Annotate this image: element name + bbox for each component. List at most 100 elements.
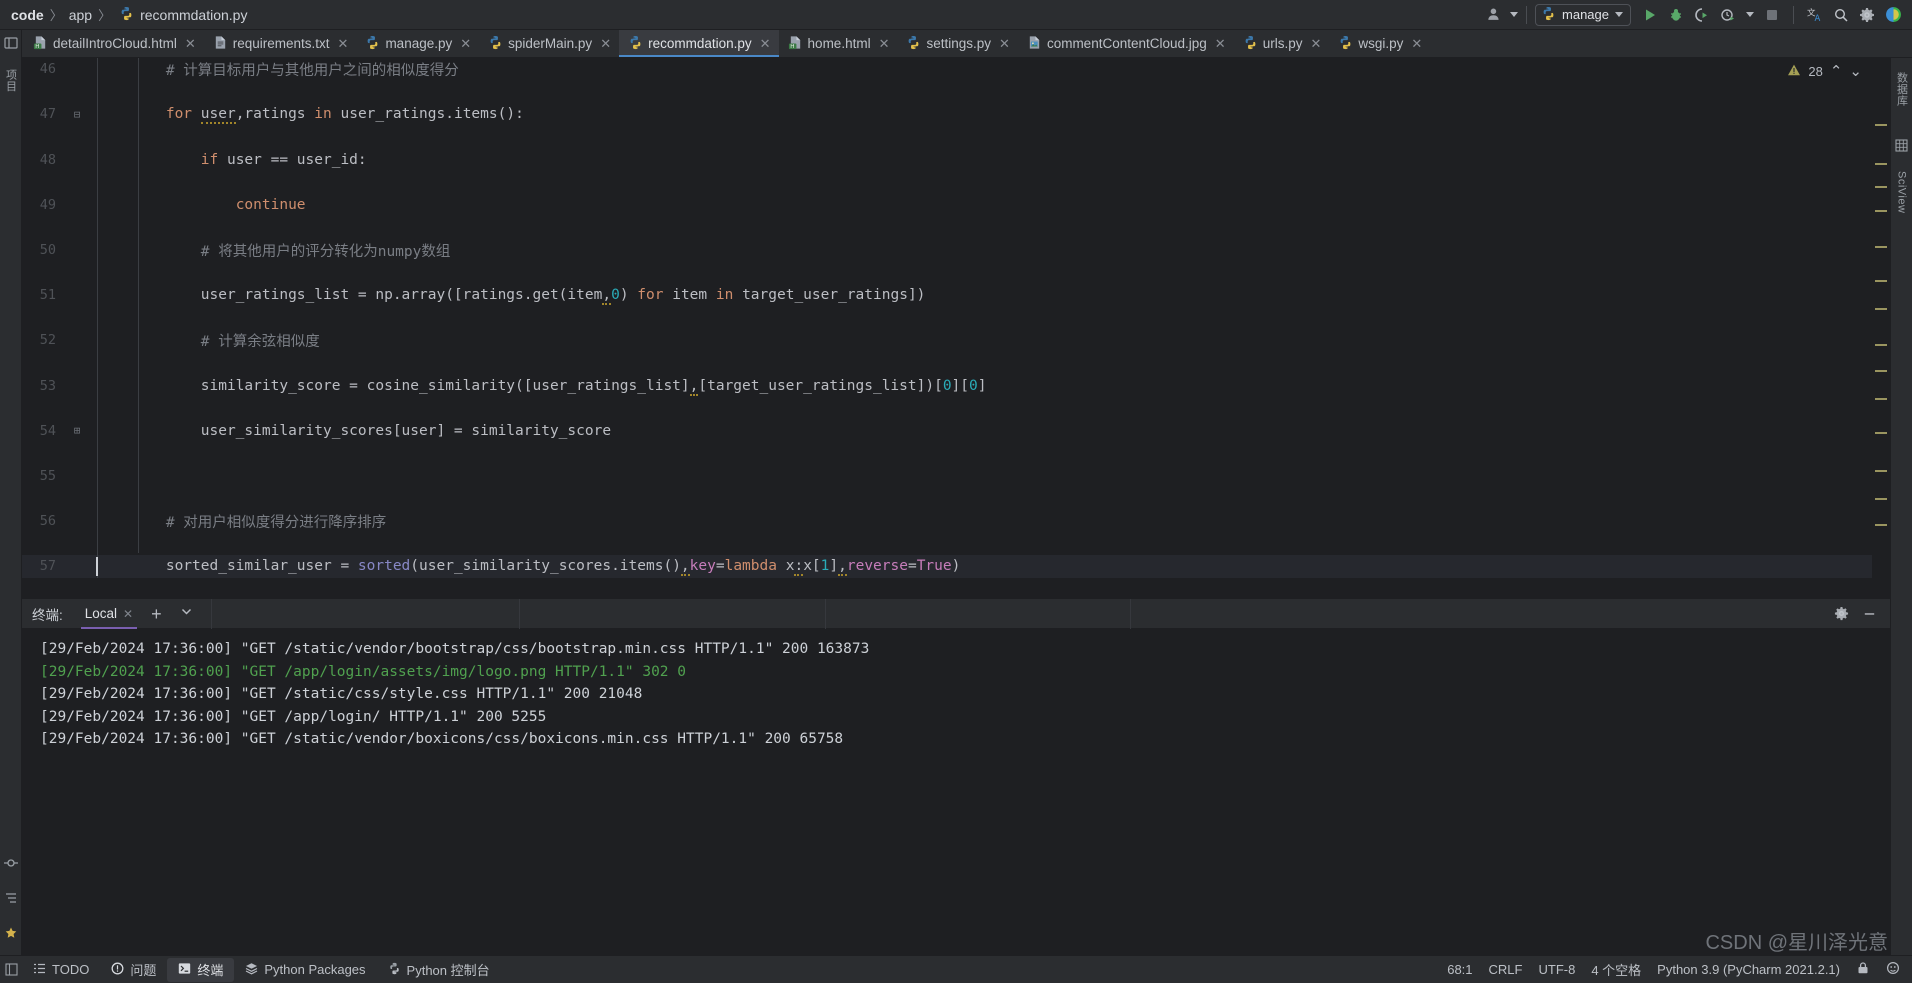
run-configuration-selector[interactable]: manage — [1535, 3, 1631, 26]
caret-position[interactable]: 68:1 — [1447, 962, 1472, 977]
code-line[interactable]: 53 similarity_score = cosine_similarity(… — [22, 374, 1872, 397]
code-line[interactable]: 47 ⊟ for user,ratings in user_ratings.ite… — [22, 103, 1872, 126]
file-encoding[interactable]: UTF-8 — [1538, 962, 1575, 977]
python-file-icon — [119, 6, 134, 24]
terminal-session-tab-local[interactable]: Local ✕ — [77, 599, 141, 629]
close-icon[interactable]: ✕ — [1215, 36, 1226, 52]
database-tool-label[interactable]: 数据库 — [1894, 66, 1910, 113]
hide-tool-windows-icon[interactable] — [0, 963, 22, 976]
code-lines[interactable]: 46 # 计算目标用户与其他用户之间的相似度得分 47 ⊟ for user,rat… — [22, 58, 1872, 598]
status-bar-button-packages[interactable]: Python Packages — [234, 958, 376, 982]
stop-button[interactable] — [1759, 3, 1785, 27]
editor-tab-detailintrocloud-html[interactable]: HdetailIntroCloud.html ✕ — [24, 30, 204, 57]
more-run-options-chevron-icon[interactable] — [1746, 12, 1754, 17]
line-separator[interactable]: CRLF — [1489, 962, 1523, 977]
terminal-output[interactable]: [29/Feb/2024 17:36:00] "GET /static/vend… — [22, 629, 1890, 751]
translate-icon[interactable]: 文A — [1802, 3, 1828, 27]
code-line[interactable]: 56 # 对用户相似度得分进行降序排序 — [22, 510, 1872, 533]
title-bar: code 〉 app 〉 recommdation.py manage 文 A — [0, 0, 1912, 30]
editor-tab-home-html[interactable]: Hhome.html ✕ — [779, 30, 898, 57]
chevron-down-icon[interactable] — [1615, 12, 1623, 17]
close-icon[interactable]: ✕ — [338, 36, 349, 52]
close-icon[interactable]: ✕ — [760, 36, 771, 52]
close-icon[interactable]: ✕ — [123, 607, 133, 621]
status-bar-button-todo-list[interactable]: TODO — [22, 958, 100, 982]
breadcrumb-folder[interactable]: app — [69, 7, 92, 23]
code-line-text: user_similarity_scores[user] = similarit… — [200, 422, 612, 439]
python-file-icon — [365, 35, 380, 53]
close-icon[interactable]: ✕ — [600, 36, 611, 52]
user-menu-chevron-icon[interactable] — [1510, 12, 1519, 17]
interpreter[interactable]: Python 3.9 (PyCharm 2021.2.1) — [1657, 962, 1840, 977]
next-problem-icon[interactable]: ⌄ — [1849, 62, 1862, 80]
terminal-sessions-chevron-icon[interactable] — [172, 605, 201, 623]
indent-setting[interactable]: 4 个空格 — [1591, 960, 1641, 979]
code-line-text: # 计算余弦相似度 — [200, 333, 320, 350]
read-only-lock-icon[interactable] — [1856, 961, 1870, 978]
close-icon[interactable]: ✕ — [1411, 36, 1422, 52]
sciview-grid-icon[interactable] — [1895, 138, 1908, 157]
prev-problem-icon[interactable]: ⌃ — [1830, 62, 1843, 80]
code-fold-marker[interactable]: ⊞ — [66, 424, 88, 437]
close-icon[interactable]: ✕ — [999, 36, 1010, 52]
terminal-line: [29/Feb/2024 17:36:00] "GET /static/vend… — [40, 641, 870, 657]
code-line[interactable]: 51 user_ratings_list = np.array([ratings… — [22, 284, 1872, 307]
code-line[interactable]: 48 if user == user_id: — [22, 148, 1872, 171]
status-bar-button-terminal[interactable]: 终端 — [167, 957, 235, 982]
gear-icon[interactable] — [1854, 3, 1880, 27]
structure-tool-icon[interactable] — [4, 891, 18, 910]
close-icon[interactable]: ✕ — [185, 36, 196, 52]
code-editor[interactable]: 46 # 计算目标用户与其他用户之间的相似度得分 47 ⊟ for user,rat… — [22, 58, 1872, 598]
status-bar-button-problems[interactable]: 问题 — [100, 958, 167, 982]
breadcrumb-project[interactable]: code — [11, 7, 44, 23]
svg-text:A: A — [1814, 14, 1820, 23]
code-fold-marker[interactable]: ⊟ — [66, 108, 88, 121]
run-with-coverage-button[interactable] — [1689, 3, 1715, 27]
inspection-widget-icon[interactable] — [1886, 961, 1900, 978]
code-line[interactable]: 46 # 计算目标用户与其他用户之间的相似度得分 — [22, 58, 1872, 81]
breadcrumb-separator-icon: 〉 — [49, 8, 63, 23]
editor-tab-recommdation-py[interactable]: recommdation.py ✕ — [619, 30, 780, 57]
editor-scrollbar[interactable] — [1872, 58, 1890, 598]
editor-tab-requirements-txt[interactable]: requirements.txt ✕ — [204, 30, 357, 57]
project-tool-icon[interactable] — [3, 36, 18, 55]
status-bar-button-label: Python 控制台 — [406, 963, 490, 978]
commit-tool-icon[interactable] — [3, 856, 18, 875]
search-icon[interactable] — [1828, 3, 1854, 27]
project-tool-label[interactable]: 项目 — [3, 63, 19, 98]
breadcrumb-file[interactable]: recommdation.py — [140, 7, 247, 23]
editor-tab-commentcontentcloud-jpg[interactable]: commentContentCloud.jpg ✕ — [1018, 30, 1234, 57]
bookmarks-tool-icon[interactable] — [4, 926, 18, 945]
new-terminal-session-button[interactable]: + — [141, 605, 172, 623]
status-bar-button-python-console[interactable]: Python 控制台 — [377, 958, 501, 982]
code-line[interactable]: 57 sorted_similar_user = sorted(user_sim… — [22, 555, 1872, 578]
editor-tab-urls-py[interactable]: urls.py ✕ — [1234, 30, 1330, 57]
code-line[interactable]: 52 # 计算余弦相似度 — [22, 329, 1872, 352]
editor-tab-wsgi-py[interactable]: wsgi.py ✕ — [1329, 30, 1430, 57]
code-line[interactable]: 50 # 将其他用户的评分转化为numpy数组 — [22, 239, 1872, 262]
code-line[interactable]: 55 — [22, 465, 1872, 488]
sciview-tool-label[interactable]: SciView — [1896, 165, 1908, 219]
user-icon[interactable] — [1481, 3, 1507, 27]
inspections-widget[interactable]: 28 ⌃ ⌄ — [1787, 62, 1862, 80]
python-file-icon — [488, 35, 503, 53]
close-icon[interactable]: ✕ — [879, 36, 890, 52]
breadcrumb-separator-icon: 〉 — [98, 8, 112, 23]
close-icon[interactable]: ✕ — [460, 36, 471, 52]
editor-tab-settings-py[interactable]: settings.py ✕ — [897, 30, 1017, 57]
ide-assistant-icon[interactable] — [1880, 3, 1906, 27]
profile-button[interactable] — [1715, 3, 1741, 27]
code-line[interactable]: 54 ⊞ user_similarity_scores[user] = simil… — [22, 420, 1872, 443]
run-button[interactable] — [1637, 3, 1663, 27]
terminal-header-divider — [1129, 598, 1131, 629]
right-tool-window-strip: 数据库 SciView — [1890, 58, 1912, 955]
editor-tab-manage-py[interactable]: manage.py ✕ — [356, 30, 479, 57]
code-line-text: similarity_score = cosine_similarity([us… — [200, 377, 987, 396]
terminal-settings-gear-icon[interactable] — [1828, 602, 1854, 626]
debug-button[interactable] — [1663, 3, 1689, 27]
editor-tab-spidermain-py[interactable]: spiderMain.py ✕ — [479, 30, 619, 57]
status-bar-tool-buttons: TODO 问题 终端 Python Packages Python 控制台 — [22, 957, 501, 982]
code-line[interactable]: 49 continue — [22, 194, 1872, 217]
close-icon[interactable]: ✕ — [1310, 36, 1321, 52]
minimize-icon[interactable] — [1856, 602, 1882, 626]
